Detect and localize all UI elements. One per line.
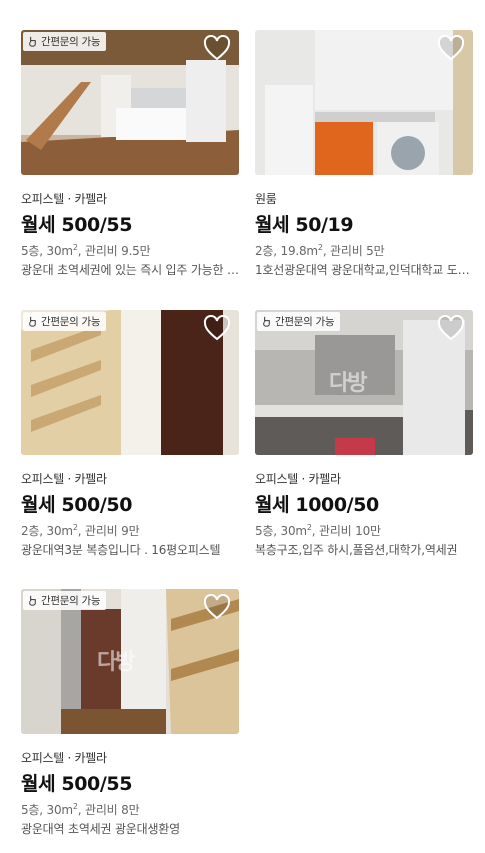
hand-pointer-icon	[263, 316, 270, 327]
listing-type: 오피스텔 · 카펠라	[21, 751, 107, 765]
listing-info: 2층, 30m2, 관리비 9만	[21, 523, 140, 539]
listing-card[interactable]: 간편문의 가능 오피스텔 · 카펠라 월세 500/50 2층, 30m2, 관…	[21, 310, 239, 558]
heart-outline-icon	[203, 315, 231, 341]
heart-outline-icon	[437, 315, 465, 341]
listing-info: 2층, 19.8m2, 관리비 5만	[255, 243, 385, 259]
hand-pointer-icon	[29, 36, 36, 47]
listing-description: 광운대 초역세권에 있는 즉시 입주 가능한 복층	[21, 263, 239, 277]
favorite-button[interactable]	[203, 35, 231, 61]
listing-info: 5층, 30m2, 관리비 8만	[21, 802, 140, 818]
hand-pointer-icon	[29, 316, 36, 327]
listing-price: 월세 1000/50	[255, 494, 379, 516]
listing-card[interactable]: 간편문의 가능 오피스텔 · 카펠라 월세 500/55 5층, 30m2, 관…	[21, 30, 239, 278]
listing-info: 5층, 30m2, 관리비 10만	[255, 523, 381, 539]
listing-photo[interactable]: 간편문의 가능	[21, 30, 239, 175]
listing-price: 월세 500/50	[21, 494, 133, 516]
listing-photo[interactable]: 다방 간편문의 가능	[255, 310, 473, 455]
listing-type: 오피스텔 · 카펠라	[255, 472, 341, 486]
inquiry-badge-label: 간편문의 가능	[275, 316, 335, 328]
listing-grid: 간편문의 가능 오피스텔 · 카펠라 월세 500/55 5층, 30m2, 관…	[0, 0, 485, 853]
inquiry-badge-label: 간편문의 가능	[41, 36, 101, 48]
inquiry-badge: 간편문의 가능	[23, 312, 107, 331]
listing-photo[interactable]	[255, 30, 473, 175]
listing-card[interactable]: 원룸 월세 50/19 2층, 19.8m2, 관리비 5만 1호선광운대역 광…	[255, 30, 473, 278]
listing-info: 5층, 30m2, 관리비 9.5만	[21, 243, 151, 259]
listing-type: 오피스텔 · 카펠라	[21, 472, 107, 486]
listing-description: 1호선광운대역 광운대학교,인덕대학교 도보권	[255, 263, 473, 277]
listing-price: 월세 500/55	[21, 773, 133, 795]
listing-description: 복층구조,입주 하시,풀옵션,대학가,역세권	[255, 543, 458, 557]
favorite-button[interactable]	[203, 315, 231, 341]
inquiry-badge: 간편문의 가능	[23, 591, 107, 610]
listing-price: 월세 50/19	[255, 214, 354, 236]
listing-type: 원룸	[255, 192, 277, 206]
inquiry-badge-label: 간편문의 가능	[41, 316, 101, 328]
heart-outline-icon	[203, 594, 231, 620]
inquiry-badge-label: 간편문의 가능	[41, 595, 101, 607]
listing-card[interactable]: 다방 간편문의 가능 오피스텔 · 카펠라 월세 1000/50 5층, 30m…	[255, 310, 473, 558]
favorite-button[interactable]	[437, 315, 465, 341]
listing-card[interactable]: 다방 간편문의 가능 오피스텔 · 카펠라 월세 500/55 5층, 30m2…	[21, 589, 239, 837]
watermark: 다방	[97, 650, 136, 675]
listing-price: 월세 500/55	[21, 214, 133, 236]
listing-description: 광운대역 초역세권 광운대생환영	[21, 822, 180, 836]
listing-photo[interactable]: 다방 간편문의 가능	[21, 589, 239, 734]
hand-pointer-icon	[29, 595, 36, 606]
listing-photo[interactable]: 간편문의 가능	[21, 310, 239, 455]
heart-outline-icon	[203, 35, 231, 61]
heart-outline-icon	[437, 35, 465, 61]
watermark: 다방	[329, 371, 368, 396]
listing-type: 오피스텔 · 카펠라	[21, 192, 107, 206]
inquiry-badge: 간편문의 가능	[257, 312, 341, 331]
favorite-button[interactable]	[203, 594, 231, 620]
inquiry-badge: 간편문의 가능	[23, 32, 107, 51]
listing-description: 광운대역3분 복층입니다 . 16평오피스텔	[21, 543, 221, 557]
favorite-button[interactable]	[437, 35, 465, 61]
